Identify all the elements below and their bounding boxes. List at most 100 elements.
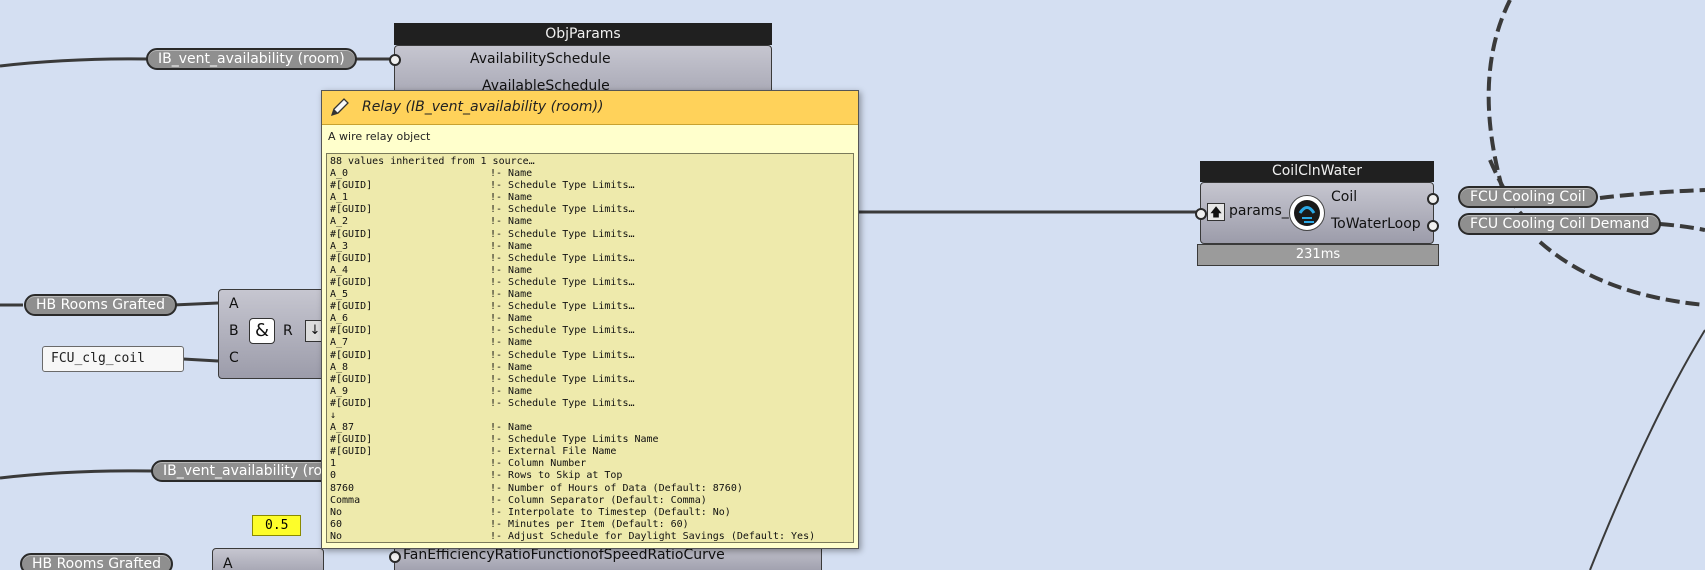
row-value: No — [330, 530, 343, 542]
input-b[interactable]: B — [229, 323, 239, 339]
relay-tooltip: Relay (IB_vent_availability (room)) A wi… — [321, 90, 859, 549]
row-comment: !- Name — [490, 361, 533, 373]
tooltip-row: #[GUID] !- Schedule Type Limits… — [330, 277, 850, 289]
timer-badge: 231ms — [1197, 244, 1439, 266]
row-comment: !- Name — [490, 264, 533, 276]
tooltip-row: 0 !- Rows to Skip at Top — [330, 470, 850, 482]
row-comment: !- Name — [490, 289, 533, 301]
row-comment: !- Schedule Type Limits Name — [490, 434, 659, 446]
relay-hb-rooms-grafted-2[interactable]: HB Rooms Grafted — [20, 553, 174, 570]
tooltip-title: Relay (IB_vent_availability (room)) — [362, 99, 604, 115]
row-value: A_8 — [330, 361, 349, 373]
coilclnwater-component[interactable]: CoilClnWater 🡅 params_ Coil ToWaterLoop … — [1195, 161, 1439, 266]
row-value: A_3 — [330, 240, 349, 252]
tooltip-row: A_8 !- Name — [330, 362, 850, 374]
chip-label: IB_vent_availability (room) — [158, 51, 345, 67]
row-value: #[GUID] — [330, 180, 373, 192]
tooltip-row: 8760 !- Number of Hours of Data (Default:… — [330, 483, 850, 495]
tooltip-data-list: 88 values inherited from 1 source… A_0 !-… — [326, 153, 854, 543]
row-value: #[GUID] — [330, 373, 373, 385]
tooltip-row: 60 !- Minutes per Item (Default: 60) — [330, 519, 850, 531]
row-value: #[GUID] — [330, 434, 373, 446]
input-c[interactable]: C — [229, 350, 239, 366]
wire — [0, 57, 149, 68]
row-value: #[GUID] — [330, 252, 373, 264]
tooltip-header: Relay (IB_vent_availability (room)) — [322, 91, 858, 125]
output-to-water-loop[interactable]: ToWaterLoop — [1331, 216, 1421, 232]
relay-hb-rooms-grafted-1[interactable]: HB Rooms Grafted — [24, 294, 178, 316]
tooltip-row: A_0 !- Name — [330, 168, 850, 180]
chip-label: HB Rooms Grafted — [32, 556, 162, 570]
tooltip-row: Comma !- Column Separator (Default: Comma… — [330, 495, 850, 507]
row-value: A_6 — [330, 313, 349, 325]
output-port[interactable] — [1427, 193, 1439, 205]
output-coil[interactable]: Coil — [1331, 189, 1357, 205]
row-value: A_9 — [330, 385, 349, 397]
tooltip-row: #[GUID] !- Schedule Type Limits… — [330, 325, 850, 337]
input-fan-efficiency-curve[interactable]: FanEfficiencyRatioFunctionofSpeedRatioCu… — [403, 547, 725, 563]
row-comment: !- Name — [490, 216, 533, 228]
number-value: 0.5 — [265, 518, 289, 533]
row-comment: !- Minutes per Item (Default: 60) — [490, 518, 689, 530]
tooltip-row: #[GUID] !- Schedule Type Limits… — [330, 301, 850, 313]
row-value: #[GUID] — [330, 204, 373, 216]
relay-fcu-cooling-coil[interactable]: FCU Cooling Coil — [1458, 186, 1598, 208]
row-value: A_1 — [330, 192, 349, 204]
tooltip-row: #[GUID] !- Schedule Type Limits… — [330, 398, 850, 410]
tooltip-row: A_7 !- Name — [330, 337, 850, 349]
row-comment: !- Schedule Type Limits… — [490, 228, 635, 240]
tooltip-row: 1 !- Column Number — [330, 458, 850, 470]
panel-fcu-clg-coil[interactable]: FCU_clg_coil — [42, 346, 184, 372]
tooltip-row: #[GUID] !- Schedule Type Limits… — [330, 204, 850, 216]
number-panel[interactable]: 0.5 — [252, 515, 302, 536]
row-value: #[GUID] — [330, 349, 373, 361]
row-value: A_4 — [330, 264, 349, 276]
tooltip-row: A_5 !- Name — [330, 289, 850, 301]
component-title: ObjParams — [394, 23, 772, 45]
row-comment: !- Name — [490, 168, 533, 180]
row-comment: !- Schedule Type Limits… — [490, 397, 635, 409]
concat-component[interactable]: A B C & R ↓ — [218, 289, 330, 379]
pencil-icon — [328, 97, 350, 123]
row-comment: !- Name — [490, 422, 533, 434]
input-params[interactable]: params_ — [1229, 203, 1289, 219]
grasshopper-canvas[interactable]: IB_vent_availability (room) ObjParams Av… — [0, 0, 1705, 570]
output-port[interactable] — [1427, 220, 1439, 232]
water-coil-icon — [1289, 195, 1325, 231]
tooltip-row: #[GUID] !- Schedule Type Limits… — [330, 350, 850, 362]
bottom-component[interactable]: A — [212, 548, 324, 570]
row-value: #[GUID] — [330, 325, 373, 337]
row-value: 0 — [330, 470, 337, 482]
row-value: A_7 — [330, 337, 349, 349]
tooltip-row: No !- Adjust Schedule for Daylight Saving… — [330, 530, 850, 542]
row-value: Comma — [330, 494, 361, 506]
relay-ib-vent-top[interactable]: IB_vent_availability (room) — [146, 48, 357, 70]
row-value: 1 — [330, 458, 337, 470]
relay-fcu-cooling-coil-demand[interactable]: FCU Cooling Coil Demand — [1458, 213, 1662, 235]
output-r[interactable]: R — [283, 323, 293, 339]
tooltip-row: A_2 !- Name — [330, 216, 850, 228]
input-port[interactable] — [1195, 208, 1207, 220]
row-comment: !- Name — [490, 385, 533, 397]
row-comment: !- Name — [490, 240, 533, 252]
input-a[interactable]: A — [229, 296, 239, 312]
input-a[interactable]: A — [223, 556, 233, 570]
tooltip-row: No !- Interpolate to Timestep (Default: N… — [330, 507, 850, 519]
upload-arrow-icon: 🡅 — [1207, 203, 1225, 221]
row-comment: !- Interpolate to Timestep (Default: No) — [490, 506, 731, 518]
row-comment: !- External File Name — [490, 446, 617, 458]
input-port[interactable] — [389, 54, 401, 66]
row-comment: !- Adjust Schedule for Daylight Savings … — [490, 530, 816, 542]
row-value: A_2 — [330, 216, 349, 228]
row-comment: !- Name — [490, 337, 533, 349]
input-port[interactable] — [389, 551, 401, 563]
tooltip-row: #[GUID] !- Schedule Type Limits… — [330, 180, 850, 192]
input-availability-schedule[interactable]: AvailabilitySchedule — [470, 51, 611, 67]
row-comment: !- Name — [490, 192, 533, 204]
row-value: #[GUID] — [330, 397, 373, 409]
component-body: 🡅 params_ Coil ToWaterLoop — [1195, 182, 1439, 244]
row-comment: !- Schedule Type Limits… — [490, 180, 635, 192]
tooltip-row: #[GUID] !- Schedule Type Limits… — [330, 253, 850, 265]
row-comment: !- Schedule Type Limits… — [490, 301, 635, 313]
row-value: No — [330, 506, 343, 518]
